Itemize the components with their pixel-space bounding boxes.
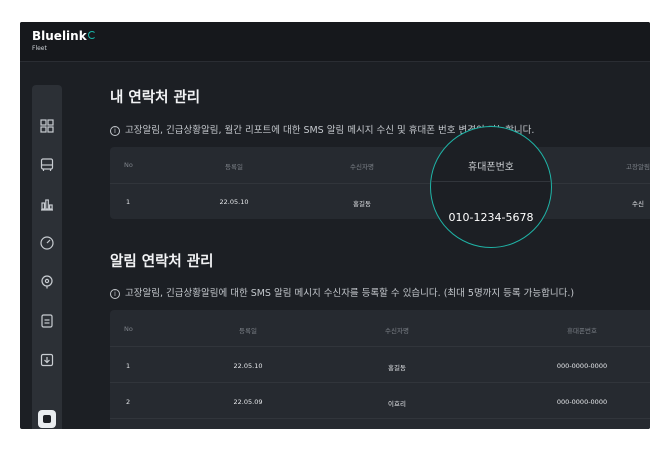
row-date: 22.05.10	[233, 362, 263, 370]
alert-contact-table: No 등록일 수신자명 휴대폰번호 1 22.05.10 홍길동 000-000…	[110, 310, 650, 429]
grid-icon[interactable]	[39, 118, 55, 134]
brand-name: Bluelink	[32, 29, 87, 43]
alert-contact-info: i 고장알림, 긴급상황알림에 대한 SMS 알림 메시지 수신자를 등록할 수 …	[110, 285, 574, 299]
table-row[interactable]: 1 22.05.10 홍길동 000-0000-0000	[110, 347, 650, 383]
info-icon: i	[110, 289, 120, 299]
row-date: 22.05.09	[233, 398, 263, 406]
col-name: 수신자명	[350, 163, 374, 171]
download-icon[interactable]	[39, 352, 55, 368]
my-contact-table: No 등록일 수신자명 고장알림 1 22.05.10 홍길동 수신	[110, 147, 650, 219]
table-row[interactable]: 2 22.05.09 이효리 000-0000-0000	[110, 383, 650, 419]
settings-icon[interactable]	[38, 410, 56, 428]
document-icon[interactable]	[39, 313, 55, 329]
sidebar	[32, 85, 62, 429]
location-pin-icon[interactable]	[39, 274, 55, 290]
col-date: 등록일	[239, 327, 257, 335]
settings-hex-shape	[43, 415, 51, 423]
row-no: 2	[126, 398, 131, 406]
col-name: 수신자명	[385, 327, 409, 335]
col-fault: 고장알림	[626, 163, 650, 171]
alert-contact-title: 알림 연락처 관리	[110, 254, 214, 270]
alert-contact-info-text: 고장알림, 긴급상황알림에 대한 SMS 알림 메시지 수신자를 등록할 수 있…	[125, 288, 575, 299]
row-phone: 000-0000-0000	[556, 362, 608, 370]
row-name: 홍길동	[353, 200, 371, 208]
brand-subtitle: Fleet	[32, 45, 47, 52]
bar-chart-icon[interactable]	[39, 196, 55, 212]
row-date: 22.05.10	[219, 198, 249, 206]
col-phone: 휴대폰번호	[567, 327, 597, 335]
table-header: No 등록일 수신자명 고장알림	[110, 147, 650, 184]
row-phone[interactable]: 010-1234-5678	[431, 211, 551, 224]
bus-icon[interactable]	[39, 157, 55, 173]
row-phone: 000-0000-0000	[556, 398, 608, 406]
info-icon: i	[110, 126, 120, 136]
col-date: 등록일	[225, 163, 243, 171]
col-phone: 휴대폰번호	[468, 162, 514, 173]
gauge-icon[interactable]	[39, 235, 55, 251]
phone-highlight-circle: 휴대폰번호 010-1234-5678	[430, 126, 552, 248]
brand-logo[interactable]: Bluelink	[32, 30, 96, 43]
row-no: 1	[126, 362, 131, 370]
col-no: No	[124, 325, 133, 333]
table-header: No 등록일 수신자명 휴대폰번호	[110, 310, 650, 347]
table-row[interactable]: 1 22.05.10 홍길동 수신	[110, 184, 650, 219]
row-name: 홍길동	[388, 364, 406, 372]
app-window: Bluelink Fleet 내 연락처 관리 i 고장알림, 긴급상황알림, 월…	[20, 22, 650, 429]
row-name: 이효리	[388, 400, 406, 408]
row-fault: 수신	[632, 200, 644, 208]
row-no: 1	[126, 198, 131, 206]
top-bar: Bluelink Fleet	[20, 22, 650, 62]
highlight-row-divider	[431, 181, 551, 182]
my-contact-title: 내 연락처 관리	[110, 90, 201, 106]
col-no: No	[124, 161, 133, 169]
brand-ring-icon	[87, 31, 96, 39]
